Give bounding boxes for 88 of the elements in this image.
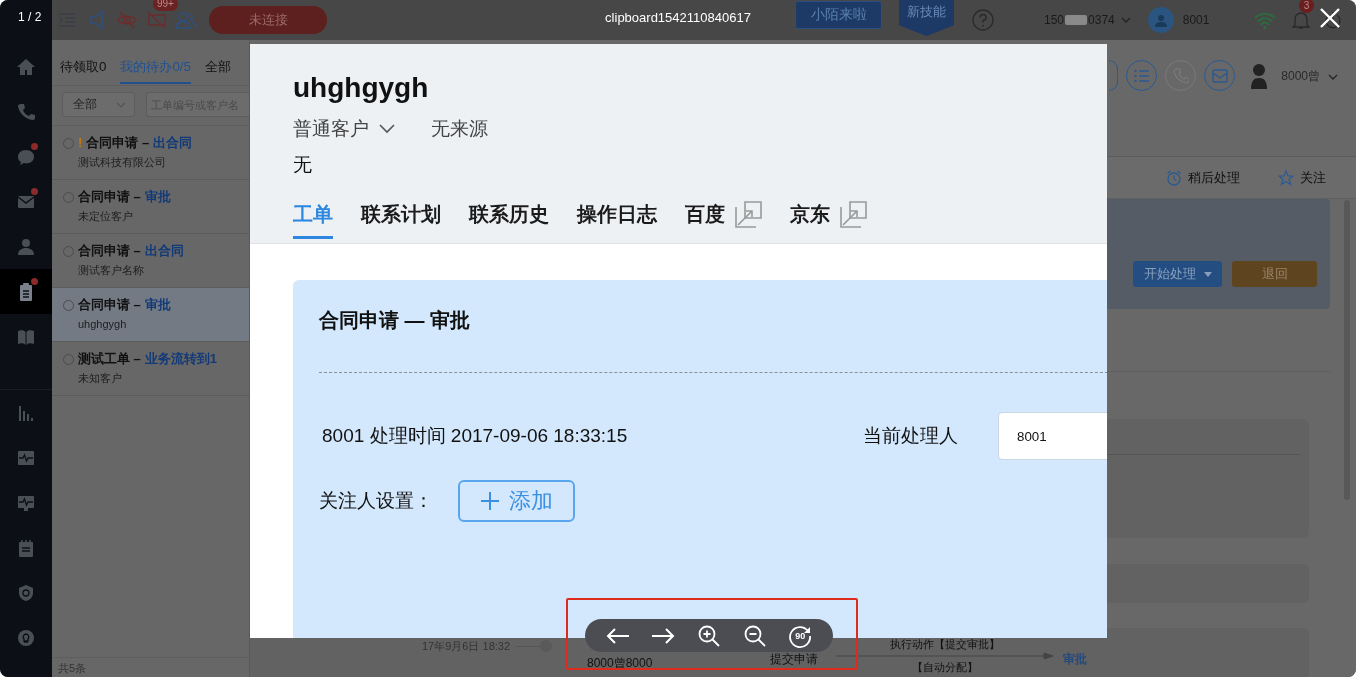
followers-label: 关注人设置：: [319, 489, 434, 513]
customer-name: 未定位客户: [78, 209, 133, 223]
wifi-icon[interactable]: [1253, 11, 1277, 29]
flow-arrow-icon: [836, 653, 1053, 659]
image-filename: clipboard1542110840617: [605, 10, 751, 26]
timeline-event: 提交申请: [770, 651, 819, 667]
star-icon: [1278, 169, 1294, 186]
customer-source: 无来源: [431, 117, 488, 141]
customer-remark: 无: [293, 153, 313, 177]
detail-tab[interactable]: 工单: [293, 201, 333, 239]
customer-name: 测试客户名称: [78, 263, 144, 277]
snooze-link[interactable]: 稍后处理: [1166, 168, 1240, 187]
ticket-title: 合同申请 –: [78, 243, 141, 259]
user-avatar-icon: [1249, 61, 1270, 90]
detail-tab[interactable]: 操作日志: [577, 201, 657, 239]
masked-digits: [1065, 15, 1088, 25]
timeline-result: 审批: [1063, 651, 1087, 667]
list-tab[interactable]: 待领取0: [60, 58, 107, 84]
ticket-title: 合同申请 –: [86, 135, 150, 151]
return-button[interactable]: 退回: [1232, 261, 1317, 287]
ticket-title: 合同申请 –: [78, 189, 141, 205]
ticket-stage: 审批: [144, 297, 171, 313]
power-icon[interactable]: [1323, 10, 1343, 30]
home-icon: [16, 56, 36, 77]
page-counter: 1 / 2: [18, 10, 42, 24]
list-tab[interactable]: 全部: [204, 58, 231, 84]
customer-name: 未知客户: [78, 371, 122, 385]
external-link-icon[interactable]: [735, 201, 762, 228]
add-button[interactable]: 添加: [458, 480, 575, 522]
ideas-icon: [16, 627, 36, 648]
ticket-item[interactable]: ! 合同申请 – 出合同 测试科技有限公司: [52, 126, 249, 180]
promo-banner[interactable]: 新技能: [899, 0, 954, 36]
external-link-icon[interactable]: [840, 201, 867, 228]
ticket-item[interactable]: 合同申请 – 审批 uhghgygh: [52, 288, 249, 342]
close-button[interactable]: [1318, 6, 1342, 30]
urgent-exclamation-text: !: [78, 135, 83, 151]
ticket-title: 测试工单 –: [78, 351, 141, 367]
arrow-right-icon: [651, 626, 676, 645]
assign-label: 【自动分配】: [911, 661, 978, 674]
close-icon: [1318, 6, 1342, 30]
ticket-stage: 出合同: [144, 243, 184, 259]
envelope-icon: [1211, 68, 1228, 83]
ticket-stage: 业务流转到1: [144, 351, 218, 367]
help-icon[interactable]: [972, 9, 994, 31]
alarm-clock-icon: [1166, 169, 1182, 186]
detail-tab[interactable]: 联系历史: [469, 201, 549, 239]
rotate-button[interactable]: 90: [787, 622, 814, 649]
chevron-down-icon[interactable]: [1328, 73, 1338, 80]
chevron-down-icon[interactable]: [1120, 17, 1131, 23]
detail-tab[interactable]: 百度: [685, 201, 762, 239]
follow-link[interactable]: 关注: [1278, 168, 1326, 187]
promo-banner[interactable]: 小陌来啦: [795, 1, 882, 29]
agent-avatar[interactable]: [1147, 7, 1174, 33]
bell-icon[interactable]: [1291, 10, 1311, 30]
customer-name: uhghgygh: [293, 71, 430, 105]
customer-name: uhghgygh: [78, 317, 127, 331]
action-label: 执行动作【提交审批】: [889, 638, 1000, 651]
ticket-stage: 出合同: [153, 135, 193, 151]
detail-tab[interactable]: 京东: [790, 201, 867, 239]
quality-icon: [16, 582, 36, 603]
start-process-button[interactable]: 开始处理: [1133, 261, 1222, 287]
customer-type[interactable]: 普通客户: [293, 116, 395, 142]
tickets-button[interactable]: [0, 269, 52, 314]
ticket-item[interactable]: 合同申请 – 审批 未定位客户: [52, 180, 249, 234]
plus-icon: [480, 492, 499, 510]
customer-name: 测试科技有限公司: [78, 155, 166, 169]
chevron-down-icon: [379, 124, 395, 134]
contacts-icon: [16, 236, 36, 257]
alert-badge: 3: [1299, 0, 1314, 13]
zoom-in-icon: [698, 624, 720, 647]
processing-info: 8001 处理时间 2017-09-06 18:33:15: [321, 424, 629, 448]
ticket-item[interactable]: 测试工单 – 业务流转到1 未知客户: [52, 342, 249, 396]
filter-dropdown[interactable]: 全部: [62, 92, 135, 117]
phone-icon: [16, 101, 36, 122]
assignee-field[interactable]: 8001: [998, 412, 1107, 460]
connection-button[interactable]: 未连接: [209, 6, 327, 34]
ticket-stage: 审批: [144, 189, 171, 205]
zoom-out-icon: [743, 624, 766, 647]
arrow-left-icon: [605, 626, 630, 645]
list-icon: [1133, 68, 1150, 83]
ticket-title: 合同申请 –: [78, 297, 141, 313]
detail-tab[interactable]: 联系计划: [361, 201, 441, 239]
notification-badge: 99+: [153, 0, 178, 11]
card-title: 合同申请 — 审批: [319, 280, 1107, 373]
caret-icon: [1203, 271, 1212, 277]
timeline-actor: 8000曾8000: [587, 655, 654, 671]
schedule-icon: [16, 537, 36, 558]
assignee-label: 当前处理人: [863, 424, 959, 448]
